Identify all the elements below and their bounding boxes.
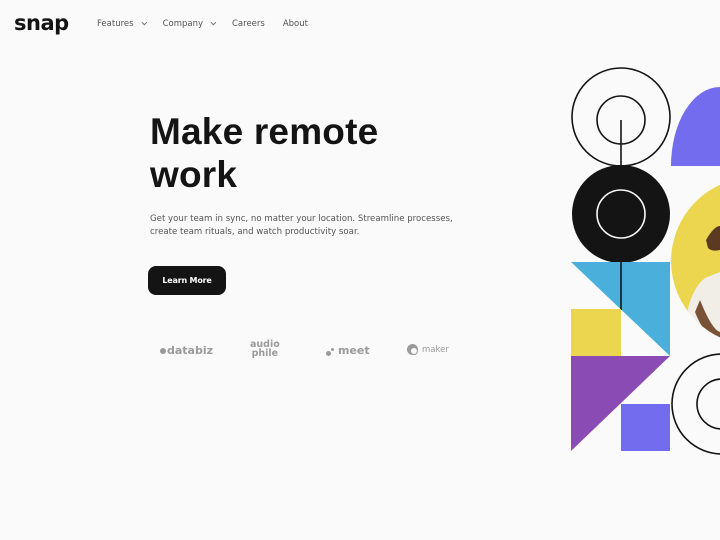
chevron-down-icon: [141, 19, 147, 26]
black-disc: [572, 165, 670, 263]
outer-ring-top: [571, 67, 671, 167]
violet-semicircle: [671, 87, 720, 166]
inner-ring-top: [596, 95, 646, 145]
inner-ring-bottom: [696, 378, 720, 430]
nav-item-company[interactable]: Company: [162, 19, 217, 29]
client-logo-text: databiz: [167, 344, 214, 357]
snap-logo[interactable]: snap: [14, 11, 69, 35]
databiz-dot-icon: [160, 347, 166, 354]
hero-description: Get your team in sync, no matter your lo…: [150, 214, 453, 237]
portrait-photo: [671, 177, 720, 345]
hero-title-line-2: work: [150, 154, 238, 195]
hero-illustration: [571, 67, 720, 455]
client-logo-databiz: databiz: [160, 344, 213, 357]
client-logo-text: phile: [251, 348, 279, 359]
chevron-down-icon: [210, 19, 217, 26]
white-ring: [596, 189, 646, 239]
client-logo-maker: maker: [407, 344, 449, 355]
client-logo-meet: meet: [326, 344, 370, 357]
client-logo-audiophile: audio phile: [250, 340, 280, 359]
main-menu: Features Company Careers About: [97, 19, 326, 29]
nav-item-label: Company: [162, 19, 203, 29]
nav-item-label: Careers: [232, 19, 265, 29]
maker-icon: [407, 344, 418, 355]
outer-ring-bottom: [671, 353, 720, 455]
learn-more-button[interactable]: Learn More: [148, 266, 226, 295]
violet-square: [621, 404, 670, 451]
client-logo-text: meet: [338, 344, 370, 357]
sky-blue-triangle: [571, 262, 670, 356]
purple-triangle: [571, 356, 670, 451]
nav-item-label: About: [282, 19, 308, 29]
nav-item-about[interactable]: About: [283, 19, 308, 29]
yellow-square: [571, 309, 621, 356]
top-navigation: snap Features Company Careers About: [0, 0, 720, 52]
meet-dots-icon: [326, 346, 335, 356]
nav-item-careers[interactable]: Careers: [232, 19, 265, 29]
hero-title: Make remote work: [150, 110, 470, 196]
nav-item-features[interactable]: Features: [97, 19, 147, 29]
client-logo-text: maker: [422, 344, 449, 355]
nav-item-label: Features: [97, 19, 134, 29]
hero-title-line-1: Make remote: [150, 111, 379, 152]
